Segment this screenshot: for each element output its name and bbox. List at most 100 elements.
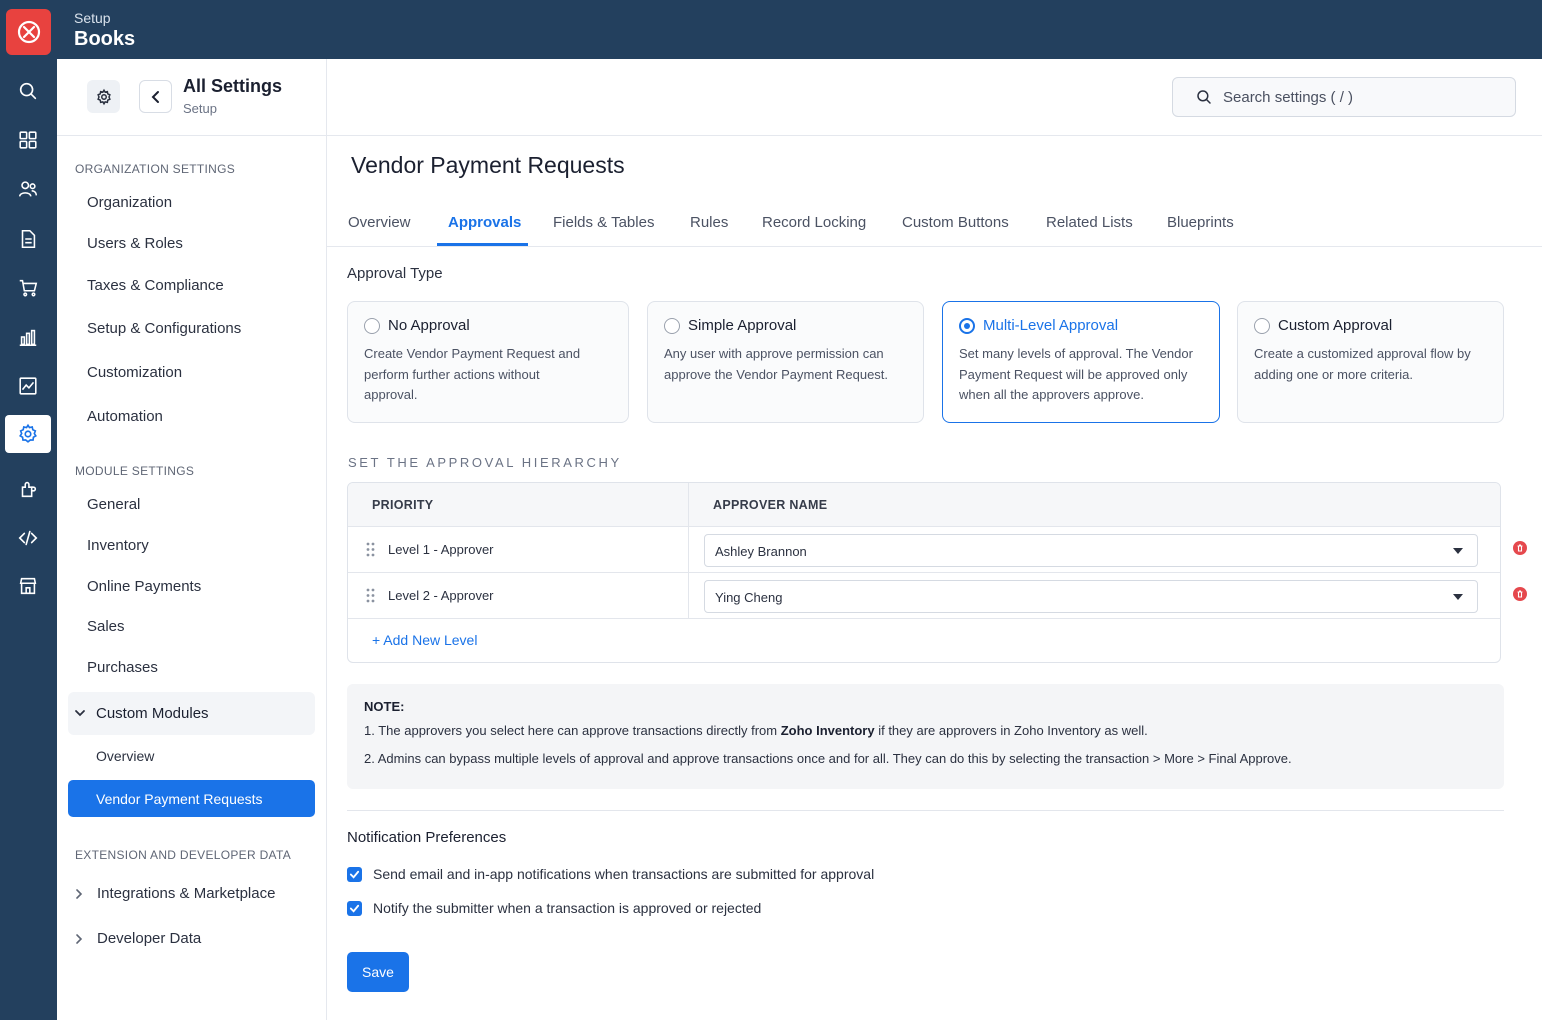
section-divider [347, 810, 1504, 811]
sidebar-subtitle: Setup [183, 101, 217, 116]
active-tab-indicator [437, 243, 528, 246]
radio-button[interactable] [1254, 318, 1270, 334]
approval-option-desc: Any user with approve permission can app… [664, 346, 889, 382]
notify-on-submit-option[interactable]: Send email and in-app notifications when… [347, 866, 874, 882]
module-settings-section: MODULE SETTINGS [75, 464, 195, 478]
sidebar-item-setup-config[interactable]: Setup & Configurations [87, 320, 241, 337]
checkbox-label: Send email and in-app notifications when… [373, 866, 875, 882]
approver-select[interactable]: Ashley Brannon [704, 534, 1478, 567]
radio-button-selected[interactable] [959, 318, 975, 334]
note-box: NOTE: 1. The approvers you select here c… [347, 684, 1504, 789]
checkbox-checked[interactable] [347, 866, 362, 882]
search-icon [1195, 88, 1213, 106]
sidebar-item-taxes[interactable]: Taxes & Compliance [87, 277, 224, 294]
gear-icon [96, 88, 111, 105]
note-line-1: 1. The approvers you select here can app… [364, 723, 1148, 738]
sidebar-group-custom-modules[interactable]: Custom Modules [68, 692, 315, 735]
store-icon[interactable] [5, 567, 51, 605]
back-button[interactable] [139, 80, 172, 113]
approval-option-simple[interactable]: Simple Approval Any user with approve pe… [647, 301, 924, 423]
table-row: Level 1 - Approver Ashley Brannon [348, 527, 1500, 573]
document-icon[interactable] [5, 220, 51, 258]
app-logo[interactable] [6, 9, 51, 55]
code-icon[interactable] [5, 519, 51, 557]
main-content: Vendor Payment Requests Overview Approva… [327, 59, 1542, 1020]
page-title: Vendor Payment Requests [351, 152, 625, 178]
gear-icon[interactable] [5, 415, 51, 453]
sidebar-item-organization[interactable]: Organization [87, 194, 172, 211]
column-priority: PRIORITY [372, 498, 434, 512]
sidebar-item-users-roles[interactable]: Users & Roles [87, 235, 183, 252]
tab-record-locking[interactable]: Record Locking [762, 214, 866, 231]
sidebar-item-label: Developer Data [97, 930, 202, 947]
chevron-right-icon [76, 888, 83, 899]
save-button[interactable]: Save [347, 952, 409, 992]
search-icon[interactable] [5, 72, 51, 110]
checkbox-label: Notify the submitter when a transaction … [373, 900, 762, 916]
hierarchy-heading: SET THE APPROVAL HIERARCHY [348, 455, 622, 470]
approval-option-desc: Create Vendor Payment Request and perfor… [364, 346, 581, 402]
left-rail [0, 59, 57, 1020]
drag-handle-icon[interactable] [366, 542, 375, 557]
caret-down-icon [1453, 548, 1463, 554]
level-label: Level 2 - Approver [388, 588, 494, 603]
approval-option-desc: Set many levels of approval. The Vendor … [959, 346, 1193, 402]
sidebar-item-developer-data[interactable]: Developer Data [75, 930, 201, 947]
top-bar: Setup Books [0, 0, 1542, 59]
tab-related-lists[interactable]: Related Lists [1046, 214, 1133, 231]
sidebar-item-sales[interactable]: Sales [87, 618, 125, 635]
checkbox-checked[interactable] [347, 900, 362, 916]
tab-fields-tables[interactable]: Fields & Tables [553, 214, 654, 231]
sidebar-item-online-payments[interactable]: Online Payments [87, 578, 201, 595]
approval-option-no-approval[interactable]: No Approval Create Vendor Payment Reques… [347, 301, 629, 423]
org-settings-section: ORGANIZATION SETTINGS [75, 162, 236, 176]
custom-modules-label: Custom Modules [96, 705, 209, 722]
drag-handle-icon[interactable] [366, 588, 375, 603]
search-input[interactable] [1223, 88, 1503, 106]
notification-preferences-heading: Notification Preferences [347, 829, 507, 846]
approval-option-title: No Approval [388, 317, 470, 334]
radio-button[interactable] [664, 318, 680, 334]
apps-grid-icon[interactable] [5, 121, 51, 159]
cart-icon[interactable] [5, 269, 51, 307]
delete-level-icon[interactable] [1513, 541, 1527, 555]
delete-level-icon[interactable] [1513, 587, 1527, 601]
sidebar-item-purchases[interactable]: Purchases [87, 659, 158, 676]
settings-gear-button[interactable] [87, 80, 120, 113]
tab-bar: Overview Approvals Fields & Tables Rules… [327, 199, 1542, 247]
sidebar-item-cm-overview[interactable]: Overview [96, 748, 154, 764]
note-title: NOTE: [364, 699, 405, 714]
tab-blueprints[interactable]: Blueprints [1167, 214, 1234, 231]
sidebar-item-vendor-payment-requests[interactable]: Vendor Payment Requests [68, 780, 315, 817]
sidebar-item-label: Integrations & Marketplace [97, 885, 276, 902]
sidebar-item-integrations[interactable]: Integrations & Marketplace [75, 885, 275, 902]
sidebar-item-customization[interactable]: Customization [87, 364, 182, 381]
approval-option-title: Simple Approval [688, 317, 797, 334]
table-header: PRIORITY APPROVER NAME [348, 483, 1500, 527]
add-new-level-link[interactable]: + Add New Level [372, 632, 477, 648]
notify-submitter-option[interactable]: Notify the submitter when a transaction … [347, 900, 761, 916]
sidebar-item-inventory[interactable]: Inventory [87, 537, 149, 554]
tab-overview[interactable]: Overview [348, 214, 411, 231]
caret-down-icon [1453, 594, 1463, 600]
approver-select[interactable]: Ying Cheng [704, 580, 1478, 613]
integrations-icon[interactable] [5, 470, 51, 508]
chevron-down-icon [75, 710, 85, 717]
contacts-icon[interactable] [5, 170, 51, 208]
radio-button[interactable] [364, 318, 380, 334]
sidebar-item-automation[interactable]: Automation [87, 408, 163, 425]
tab-custom-buttons[interactable]: Custom Buttons [902, 214, 1009, 231]
reports-icon[interactable] [5, 318, 51, 356]
approval-option-custom[interactable]: Custom Approval Create a customized appr… [1237, 301, 1504, 423]
sidebar-item-label: Vendor Payment Requests [96, 791, 263, 807]
approval-type-heading: Approval Type [347, 265, 443, 282]
analytics-icon[interactable] [5, 367, 51, 405]
approval-option-multi-level[interactable]: Multi-Level Approval Set many levels of … [942, 301, 1220, 423]
sidebar-title: All Settings [183, 76, 283, 96]
sidebar-item-general[interactable]: General [87, 496, 140, 513]
search-box[interactable] [1172, 77, 1516, 117]
tab-approvals[interactable]: Approvals [448, 214, 521, 231]
tab-rules[interactable]: Rules [690, 214, 728, 231]
approver-select-value: Ying Cheng [715, 590, 783, 605]
level-label: Level 1 - Approver [388, 542, 494, 557]
